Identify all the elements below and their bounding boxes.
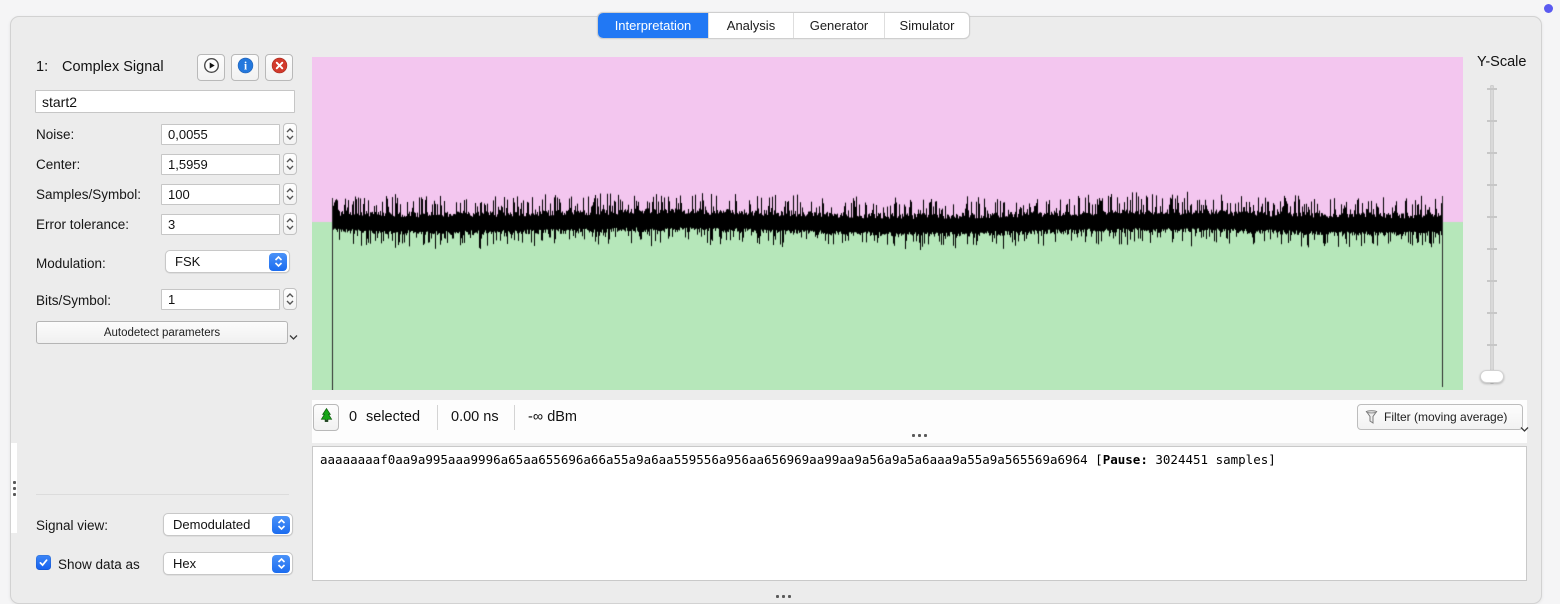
yscale-slider-handle[interactable] [1480, 370, 1504, 383]
play-icon [203, 57, 220, 79]
selected-count: 0 [349, 409, 358, 425]
samples-per-symbol-label: Samples/Symbol: [36, 187, 142, 202]
combo-updown-icon [269, 252, 287, 271]
stepper-arrows-icon [286, 218, 294, 230]
signal-view-label: Signal view: [36, 518, 109, 533]
show-data-as-checkbox[interactable] [36, 555, 51, 570]
noise-input[interactable] [161, 124, 280, 145]
funnel-icon [1365, 409, 1378, 425]
bits-per-symbol-label: Bits/Symbol: [36, 293, 112, 308]
combo-updown-icon [272, 554, 290, 573]
signal-view-select[interactable]: Demodulated [163, 513, 293, 536]
modulation-value: FSK [175, 254, 201, 269]
show-data-as-label: Show data as [58, 557, 140, 572]
tree-icon [318, 407, 335, 429]
left-panel-divider [36, 494, 289, 495]
tab-analysis[interactable]: Analysis [708, 13, 793, 38]
center-stepper[interactable] [283, 153, 297, 175]
selection-duration: 0.00 ns [451, 409, 499, 425]
close-icon [271, 57, 288, 79]
error-tolerance-label: Error tolerance: [36, 217, 130, 232]
yscale-slider-track[interactable] [1490, 85, 1494, 384]
pause-label: Pause: [1102, 452, 1148, 467]
samples-per-symbol-stepper[interactable] [283, 183, 297, 205]
pause-value: 3024451 samples] [1147, 452, 1276, 467]
main-tabbar: Interpretation Analysis Generator Simula… [597, 12, 970, 39]
selected-label: selected [366, 409, 421, 425]
svg-text:i: i [243, 60, 246, 72]
status-separator [437, 405, 438, 430]
recording-indicator-dot [1544, 4, 1553, 13]
tab-simulator[interactable]: Simulator [884, 13, 969, 38]
info-icon: i [237, 57, 254, 79]
scroll-down-indicator-icon [288, 328, 299, 346]
noise-label: Noise: [36, 127, 75, 142]
check-icon [39, 559, 48, 567]
filter-dropdown-indicator-icon [1519, 420, 1530, 438]
autodetect-parameters-button[interactable]: Autodetect parameters [36, 321, 288, 344]
bottom-splitter-handle[interactable] [776, 595, 791, 598]
tab-generator[interactable]: Generator [793, 13, 884, 38]
tab-interpretation[interactable]: Interpretation [598, 13, 708, 38]
yscale-label: Y-Scale [1477, 54, 1527, 70]
hex-data: aaaaaaaaf0aa9a995aaa9996a65aa655696a66a5… [320, 452, 1088, 467]
error-tolerance-input[interactable] [161, 214, 280, 235]
splitter-dots-icon [12, 480, 16, 496]
center-label: Center: [36, 157, 81, 172]
modulation-select[interactable]: FSK [165, 250, 290, 273]
bits-per-symbol-input[interactable] [161, 289, 280, 310]
signal-view-value: Demodulated [173, 517, 251, 532]
filter-moving-average-button[interactable]: Filter (moving average) [1357, 404, 1523, 430]
stepper-arrows-icon [286, 158, 294, 170]
signal-index-label: 1: [36, 59, 49, 75]
pause-bracket: [ [1087, 452, 1103, 467]
status-separator [514, 405, 515, 430]
center-input[interactable] [161, 154, 280, 175]
show-data-as-value: Hex [173, 556, 197, 571]
selection-power: -∞ dBm [528, 409, 578, 425]
stepper-arrows-icon [286, 293, 294, 305]
show-data-as-select[interactable]: Hex [163, 552, 293, 575]
samples-per-symbol-input[interactable] [161, 184, 280, 205]
filter-button-label: Filter (moving average) [1384, 410, 1508, 424]
stepper-arrows-icon [286, 188, 294, 200]
horizontal-splitter-handle[interactable] [912, 434, 927, 437]
demodulated-data-view[interactable]: aaaaaaaaf0aa9a995aaa9996a65aa655696a66a5… [312, 446, 1527, 581]
play-signal-button[interactable] [197, 54, 225, 81]
combo-updown-icon [272, 515, 290, 534]
noise-stepper[interactable] [283, 123, 297, 145]
signal-plot[interactable] [312, 57, 1463, 390]
stepper-arrows-icon [286, 128, 294, 140]
modulation-label: Modulation: [36, 256, 106, 271]
close-signal-button[interactable] [265, 54, 293, 81]
zoom-to-signal-button[interactable] [313, 404, 339, 431]
bits-per-symbol-stepper[interactable] [283, 288, 297, 310]
signal-info-button[interactable]: i [231, 54, 259, 81]
error-tolerance-stepper[interactable] [283, 213, 297, 235]
signal-name-input[interactable] [35, 90, 295, 113]
signal-title: Complex Signal [62, 59, 164, 75]
vertical-splitter-handle[interactable] [11, 443, 17, 533]
